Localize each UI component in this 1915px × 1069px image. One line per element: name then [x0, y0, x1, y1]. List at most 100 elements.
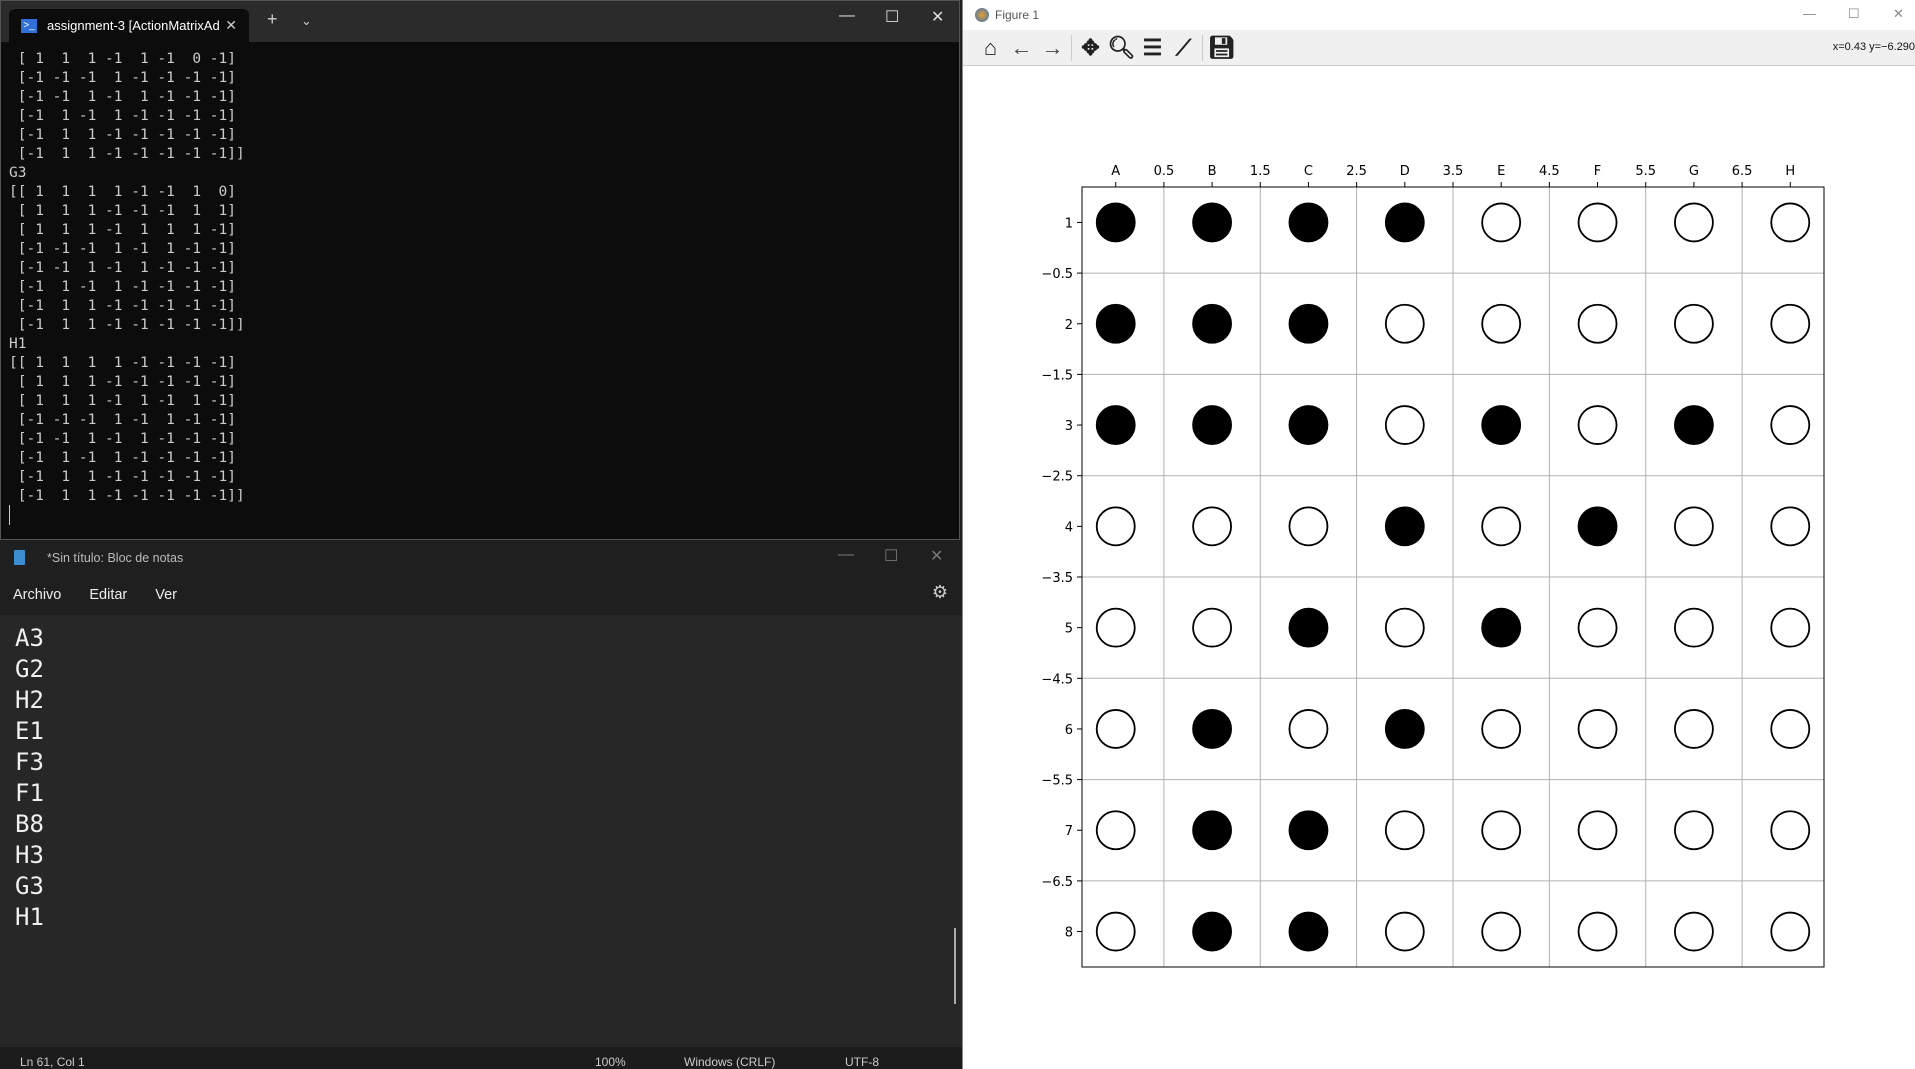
white-piece	[1674, 202, 1714, 243]
terminal-line: [-1 -1 -1 1 -1 1 -1 -1]	[9, 241, 236, 257]
black-piece	[1481, 607, 1522, 648]
settings-gear-icon[interactable]: ⚙	[932, 582, 948, 603]
status-encoding: UTF-8	[845, 1055, 879, 1069]
black-piece	[1288, 405, 1329, 445]
black-piece	[1288, 607, 1329, 648]
terminal-line: [-1 1 1 -1 -1 -1 -1 -1]	[9, 127, 236, 143]
notepad-line: E1	[15, 717, 44, 745]
terminal-window: >_ assignment-3 [ActionMatrixAd ✕ + ⌄ — …	[0, 0, 960, 540]
black-piece	[1192, 405, 1232, 445]
notepad-title: *Sin título: Bloc de notas	[47, 550, 184, 565]
notepad-icon	[14, 550, 25, 565]
minimize-button[interactable]: —	[839, 7, 855, 25]
notepad-line: G2	[15, 655, 44, 683]
white-piece	[1674, 911, 1714, 952]
x-tick-label: G	[1689, 164, 1699, 179]
terminal-cursor	[9, 505, 10, 525]
black-piece	[1192, 911, 1232, 952]
x-tick-label: H	[1785, 164, 1795, 179]
black-piece	[1192, 709, 1232, 749]
white-piece	[1577, 607, 1618, 648]
white-piece	[1770, 911, 1811, 952]
notepad-maximize-button[interactable]: ☐	[884, 546, 898, 566]
white-piece	[1770, 810, 1811, 851]
x-tick-label: E	[1497, 164, 1505, 179]
board-plot[interactable]: A 0.5 B 1.5 C 2.5 D 3.5 E 4.5 F 5.5 G 6.5 H 1 −0.5 2 −1.5 3…	[963, 0, 1915, 1069]
terminal-line: [-1 1 1 -1 -1 -1 -1 -1]]	[9, 146, 245, 162]
white-piece	[1770, 709, 1811, 749]
close-button[interactable]: ✕	[931, 7, 944, 27]
terminal-line: [-1 1 -1 1 -1 -1 -1 -1]	[9, 450, 236, 466]
x-tick-label: A	[1111, 164, 1120, 179]
black-piece	[1384, 709, 1425, 749]
notepad-line: F1	[15, 779, 44, 807]
white-piece	[1481, 709, 1522, 749]
white-piece	[1770, 506, 1811, 547]
white-piece	[1577, 303, 1618, 344]
notepad-minimize-button[interactable]: —	[838, 546, 854, 564]
black-piece	[1384, 506, 1425, 547]
notepad-scrollbar[interactable]	[954, 928, 956, 1004]
white-piece	[1384, 810, 1425, 851]
x-tick-label: 1.5	[1250, 164, 1271, 179]
maximize-button[interactable]: ☐	[885, 7, 899, 27]
black-piece	[1192, 202, 1232, 243]
black-piece	[1288, 202, 1329, 243]
notepad-title-bar: *Sin título: Bloc de notas — ☐ ✕	[0, 540, 962, 575]
notepad-window: *Sin título: Bloc de notas — ☐ ✕ Archivo…	[0, 540, 962, 1069]
terminal-line: [-1 1 1 -1 -1 -1 -1 -1]]	[9, 488, 245, 504]
notepad-menu-bar: Archivo Editar Ver	[0, 575, 962, 615]
terminal-tab-bar: >_ assignment-3 [ActionMatrixAd ✕ + ⌄ — …	[1, 1, 959, 42]
menu-editar[interactable]: Editar	[89, 587, 127, 603]
menu-archivo[interactable]: Archivo	[13, 587, 61, 603]
white-piece	[1577, 810, 1618, 851]
terminal-line: [ 1 1 1 -1 -1 -1 1 1]	[9, 203, 236, 219]
y-tick-label: −4.5	[1041, 672, 1073, 687]
black-piece	[1288, 810, 1329, 851]
white-piece	[1577, 202, 1618, 243]
black-piece	[1674, 405, 1714, 445]
x-tick-label: 2.5	[1346, 164, 1367, 179]
tab-dropdown-button[interactable]: ⌄	[301, 13, 312, 29]
y-tick-label: −5.5	[1041, 774, 1073, 789]
y-tick-label: 6	[1065, 723, 1073, 738]
terminal-tab-title: assignment-3 [ActionMatrixAd	[47, 18, 220, 33]
notepad-line: B8	[15, 810, 44, 838]
white-piece	[1674, 709, 1714, 749]
white-piece	[1481, 303, 1522, 344]
white-piece	[1481, 810, 1522, 851]
status-zoom: 100%	[595, 1055, 626, 1069]
white-piece	[1481, 911, 1522, 952]
terminal-line: H1	[9, 336, 27, 352]
white-piece	[1288, 506, 1329, 547]
black-piece	[1577, 506, 1618, 547]
white-piece	[1095, 607, 1136, 648]
black-piece	[1384, 202, 1425, 243]
terminal-output[interactable]: [ 1 1 1 -1 1 -1 0 -1] [-1 -1 -1 1 -1 -1 …	[1, 42, 959, 506]
terminal-line: [-1 1 1 -1 -1 -1 -1 -1]	[9, 298, 236, 314]
y-tick-label: 5	[1065, 622, 1073, 637]
terminal-line: [ 1 1 1 -1 -1 -1 -1 -1]	[9, 374, 236, 390]
terminal-line: [-1 1 -1 1 -1 -1 -1 -1]	[9, 279, 236, 295]
notepad-line: G3	[15, 872, 44, 900]
x-tick-label: 4.5	[1539, 164, 1560, 179]
black-piece	[1095, 303, 1136, 344]
y-tick-label: 8	[1065, 926, 1073, 941]
menu-ver[interactable]: Ver	[155, 587, 177, 603]
terminal-line: [[ 1 1 1 1 -1 -1 -1 -1]	[9, 355, 236, 371]
white-piece	[1770, 202, 1811, 243]
white-piece	[1384, 405, 1425, 445]
y-tick-label: 1	[1065, 216, 1073, 231]
new-tab-button[interactable]: +	[267, 9, 278, 30]
notepad-text-area[interactable]: A3 G2 H2 E1 F3 F1 B8 H3 G3 H1	[0, 615, 962, 933]
close-tab-icon[interactable]: ✕	[225, 17, 237, 34]
x-tick-label: 5.5	[1635, 164, 1656, 179]
y-tick-label: 2	[1065, 318, 1073, 333]
white-piece	[1577, 709, 1618, 749]
x-tick-label: F	[1594, 164, 1601, 179]
notepad-line: H1	[15, 903, 44, 931]
notepad-line: H3	[15, 841, 44, 869]
notepad-close-button[interactable]: ✕	[930, 546, 943, 566]
terminal-tab[interactable]: >_ assignment-3 [ActionMatrixAd ✕	[9, 9, 249, 42]
x-tick-label: 6.5	[1732, 164, 1753, 179]
